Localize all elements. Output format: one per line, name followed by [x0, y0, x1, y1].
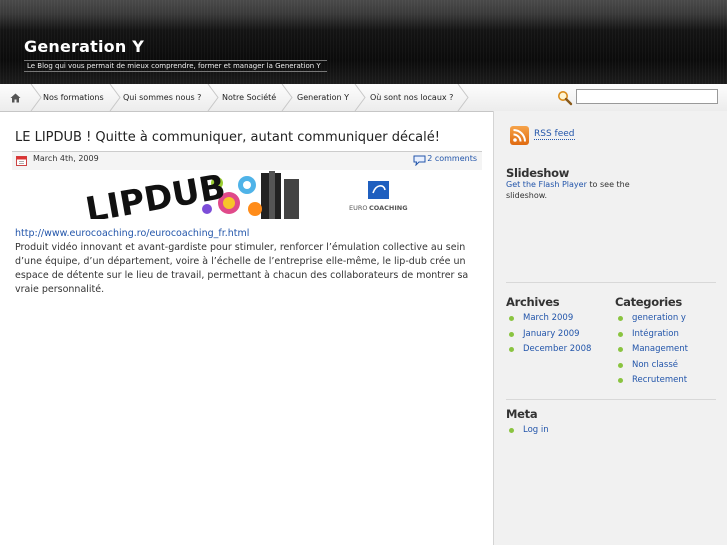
categories-list: generation y Intégration Management Non … — [615, 313, 688, 391]
post-title[interactable]: LE LIPDUB ! Quitte à communiquer, autant… — [15, 130, 440, 145]
rss-feed-link[interactable]: RSS feed — [534, 129, 575, 140]
home-button[interactable] — [0, 84, 30, 111]
archive-item[interactable]: January 2009 — [506, 329, 591, 345]
meta-list: Log in — [506, 425, 549, 441]
categories-title: Categories — [615, 295, 682, 309]
nav-item-ou-sont-nos-locaux[interactable]: Où sont nos locaux ? — [370, 84, 453, 111]
slideshow-title: Slideshow — [506, 166, 570, 180]
category-item[interactable]: Management — [615, 344, 688, 360]
nav-separator — [207, 84, 219, 111]
archive-item[interactable]: March 2009 — [506, 313, 591, 329]
home-icon — [10, 93, 20, 102]
main-content: LE LIPDUB ! Quitte à communiquer, autant… — [0, 111, 493, 545]
eurocoaching-logo: EURO COACHING — [348, 181, 414, 213]
nav-item-notre-societe[interactable]: Notre Société — [222, 84, 276, 111]
site-tagline: Le Blog qui vous permait de mieux compre… — [24, 60, 327, 72]
post-external-link[interactable]: http://www.eurocoaching.ro/eurocoaching_… — [15, 228, 249, 239]
meta-item-login[interactable]: Log in — [506, 425, 549, 441]
comment-icon[interactable] — [413, 155, 426, 166]
calendar-icon — [16, 156, 27, 166]
rss-icon[interactable] — [510, 126, 529, 145]
post-date: March 4th, 2009 — [33, 154, 99, 163]
nav-separator — [354, 84, 366, 111]
search-input[interactable] — [576, 89, 718, 104]
nav-separator — [457, 84, 469, 111]
eurocoaching-text-2: COACHING — [369, 204, 408, 212]
slideshow-text: Get the Flash Player to see the slidesho… — [506, 179, 636, 201]
archives-list: March 2009 January 2009 December 2008 — [506, 313, 591, 360]
lipdub-image: LIPDUB — [79, 171, 312, 219]
nav-item-qui-sommes-nous[interactable]: Qui sommes nous ? — [123, 84, 201, 111]
nav-separator — [281, 84, 293, 111]
comments-link[interactable]: 2 comments — [427, 154, 477, 163]
eurocoaching-text-1: EURO — [349, 204, 368, 212]
category-item[interactable]: Intégration — [615, 329, 688, 345]
nav-item-generation-y[interactable]: Generation Y — [297, 84, 349, 111]
site-title[interactable]: Generation Y — [24, 37, 144, 56]
category-item[interactable]: generation y — [615, 313, 688, 329]
category-item[interactable]: Recrutement — [615, 375, 688, 391]
main-navigation: Nos formations Qui sommes nous ? Notre S… — [0, 84, 727, 112]
flash-player-link[interactable]: Get the Flash Player — [506, 180, 587, 189]
category-item[interactable]: Non classé — [615, 360, 688, 376]
sidebar-divider — [506, 282, 716, 283]
meta-title: Meta — [506, 407, 538, 421]
sidebar-divider — [506, 399, 716, 400]
nav-separator — [109, 84, 121, 111]
archive-item[interactable]: December 2008 — [506, 344, 591, 360]
nav-item-nos-formations[interactable]: Nos formations — [43, 84, 104, 111]
site-header: Generation Y Le Blog qui vous permait de… — [0, 0, 727, 84]
sidebar: RSS feed Slideshow Get the Flash Player … — [493, 111, 727, 545]
nav-separator — [30, 84, 42, 111]
search-icon[interactable] — [557, 90, 573, 106]
archives-title: Archives — [506, 295, 560, 309]
post-meta-bar: March 4th, 2009 2 comments — [12, 151, 482, 170]
post-body: Produit vidéo innovant et avant-gardiste… — [15, 242, 469, 295]
